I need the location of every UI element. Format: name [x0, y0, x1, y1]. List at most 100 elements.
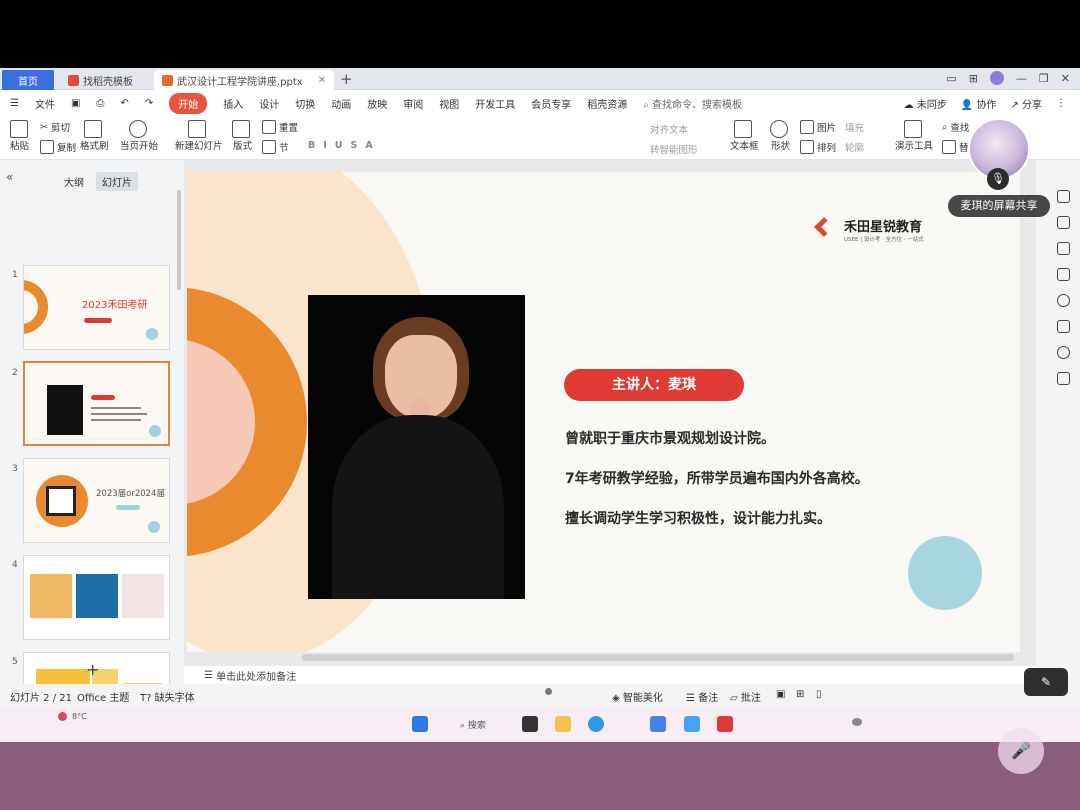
menu-transition[interactable]: 切换	[295, 96, 315, 111]
new-tab-button[interactable]: +	[340, 70, 353, 88]
missing-font-button[interactable]: T? 缺失字体	[140, 689, 195, 704]
menu-developer[interactable]: 开发工具	[475, 96, 515, 111]
panel-scrollbar[interactable]	[177, 190, 181, 290]
tab-slides[interactable]: 幻灯片	[96, 172, 138, 191]
slide-thumb-4[interactable]	[23, 555, 170, 640]
edge-browser-icon[interactable]	[588, 716, 604, 732]
shapes-button[interactable]: 形状	[770, 120, 791, 152]
section-button[interactable]: 节	[262, 140, 289, 154]
fill-button[interactable]: 填充	[845, 120, 864, 134]
menu-home[interactable]: 开始	[169, 92, 208, 114]
location-icon[interactable]	[1057, 346, 1070, 359]
tab-home[interactable]: 首页	[2, 70, 54, 90]
sync-button[interactable]: ☁ 未同步	[904, 96, 947, 111]
photos-icon[interactable]	[684, 716, 700, 732]
arrange-button[interactable]: 排列	[800, 140, 836, 154]
smartart-button[interactable]: 转智能图形	[650, 142, 698, 156]
brand-logo: 禾田星锐教育 USEE | 设计考 · 全方位 · 一站式	[814, 216, 924, 243]
redo-icon[interactable]: ↷	[145, 98, 153, 109]
design-icon[interactable]	[1057, 190, 1070, 203]
undo-icon[interactable]: ↶	[120, 98, 128, 109]
notes-icon: ☰	[204, 669, 217, 681]
menu-review[interactable]: 审阅	[403, 96, 423, 111]
tab-outline[interactable]: 大纲	[58, 172, 90, 191]
menu-design[interactable]: 设计	[259, 96, 279, 111]
mute-mic-button[interactable]: 🎤	[998, 728, 1044, 774]
task-view-icon[interactable]	[522, 716, 538, 732]
reading-view-icon[interactable]: ▯	[816, 689, 822, 700]
start-menu-icon[interactable]	[412, 716, 428, 732]
paste-button[interactable]: 粘贴	[10, 120, 31, 152]
menu-docer[interactable]: 稻壳资源	[587, 96, 627, 111]
menu-member[interactable]: 会员专享	[531, 96, 571, 111]
menu-insert[interactable]: 插入	[223, 96, 243, 111]
menu-view[interactable]: 视图	[439, 96, 459, 111]
layout-icon[interactable]: ▭	[946, 72, 956, 85]
normal-view-icon[interactable]: ▣	[776, 689, 785, 700]
backup-icon[interactable]	[1057, 320, 1070, 333]
save-icon[interactable]: ▣	[71, 98, 80, 109]
notes-bar[interactable]: ☰ 单击此处添加备注	[184, 666, 1036, 684]
present-tools-button[interactable]: 演示工具	[895, 120, 933, 152]
textbox-button[interactable]: 文本框	[730, 120, 759, 152]
cloud-tray-icon[interactable]	[852, 718, 862, 726]
tab-templates[interactable]: 找稻壳模板	[60, 70, 150, 90]
slide-thumb-2[interactable]	[23, 361, 170, 446]
microphone-icon[interactable]: 🎙	[987, 168, 1009, 190]
find-button[interactable]: ⌕ 查找	[942, 120, 969, 135]
beautify-button[interactable]: ◈ 智能美化	[612, 689, 663, 704]
close-window-icon[interactable]: ✕	[1061, 72, 1070, 85]
taskbar-search[interactable]: ⌕ 搜索	[460, 718, 486, 731]
notes-toggle-label: 备注	[698, 693, 719, 704]
play-icon	[128, 120, 147, 138]
copy-button[interactable]: 复制	[40, 140, 76, 154]
cut-button[interactable]: ✂ 剪切	[40, 120, 70, 135]
slide-thumb-3[interactable]: 2023届or2024届	[23, 458, 170, 543]
print-icon[interactable]: ⎙	[96, 98, 104, 109]
restore-icon[interactable]: ❐	[1039, 72, 1049, 85]
transition-icon[interactable]	[1057, 268, 1070, 281]
outline-button[interactable]: 轮廓	[845, 140, 864, 154]
tab-document[interactable]: 武汉设计工程学院讲座.pptx ✕	[154, 70, 334, 90]
file-explorer-icon[interactable]	[555, 716, 571, 732]
skin-icon[interactable]: ⊞	[969, 72, 978, 85]
annotate-pen-icon[interactable]: ✎	[1024, 668, 1068, 696]
collapse-panel-icon[interactable]: «	[6, 170, 13, 184]
sorter-view-icon[interactable]: ⊞	[796, 689, 804, 700]
notes-toggle-button[interactable]: ☰ 备注	[686, 689, 718, 704]
help-icon[interactable]	[1057, 294, 1070, 307]
store-icon[interactable]	[650, 716, 666, 732]
layout-button[interactable]: 版式	[232, 120, 253, 152]
command-search[interactable]: ⌕ 查找命令、搜索模板	[643, 96, 742, 111]
slide-canvas[interactable]: 禾田星锐教育 USEE | 设计考 · 全方位 · 一站式 主讲人：麦琪 曾就职…	[187, 172, 1020, 652]
reset-button[interactable]: 重置	[262, 120, 298, 134]
properties-icon[interactable]	[1057, 216, 1070, 229]
replace-button[interactable]: 替	[942, 140, 969, 154]
speaker-photo	[308, 295, 525, 599]
share-button[interactable]: ↗ 分享	[1010, 96, 1042, 111]
user-avatar[interactable]	[989, 71, 1004, 85]
align-text-button[interactable]: 对齐文本	[650, 122, 688, 136]
comments-button[interactable]: ▱ 批注	[730, 689, 761, 704]
more-icon[interactable]: ⋮	[1056, 98, 1066, 109]
format-painter-button[interactable]: 格式刷	[80, 120, 109, 152]
menu-slideshow[interactable]: 放映	[367, 96, 387, 111]
play-from-current-label: 当页开始	[120, 141, 159, 152]
animation-icon[interactable]	[1057, 242, 1070, 255]
add-slide-button[interactable]: +	[86, 660, 99, 679]
collab-button[interactable]: 👤 协作	[961, 96, 997, 111]
menu-animation[interactable]: 动画	[331, 96, 351, 111]
thumb-teal-dot	[149, 425, 161, 437]
hamburger-icon[interactable]: ☰	[10, 98, 19, 109]
close-tab-icon[interactable]: ✕	[318, 75, 326, 86]
slide-thumb-1[interactable]: 2023禾田考研	[23, 265, 170, 350]
play-from-current-button[interactable]: 当页开始	[120, 120, 158, 152]
book-icon[interactable]	[1057, 372, 1070, 385]
new-slide-button[interactable]: 新建幻灯片	[175, 120, 223, 152]
minimize-icon[interactable]: —	[1016, 72, 1027, 85]
wps-office-icon[interactable]	[717, 716, 733, 732]
picture-button[interactable]: 图片	[800, 120, 836, 134]
horizontal-scrollbar[interactable]	[302, 654, 1014, 661]
font-style-buttons[interactable]: BIUSA	[308, 140, 381, 151]
menu-file[interactable]: 文件	[35, 96, 55, 111]
